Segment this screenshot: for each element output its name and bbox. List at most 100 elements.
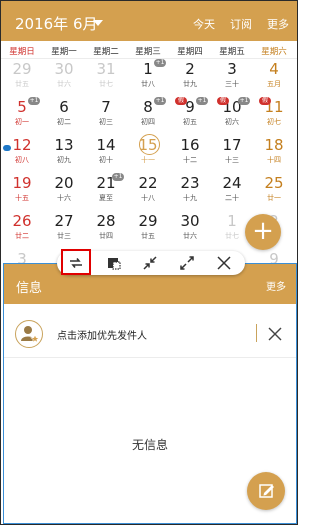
holiday-badge: 假 bbox=[217, 97, 229, 105]
chevron-down-icon[interactable] bbox=[93, 20, 103, 26]
day-number: 17 bbox=[222, 136, 242, 154]
calendar-day[interactable]: 21 夏至 +1 bbox=[85, 173, 127, 209]
priority-sender-avatar-icon bbox=[15, 320, 43, 348]
month-title[interactable]: 2016年 6月 bbox=[15, 13, 98, 34]
calendar-day[interactable]: 31 廿七 bbox=[85, 59, 127, 95]
calendar-day[interactable]: 14 初十 bbox=[85, 135, 127, 171]
lunar-date: 初五 bbox=[183, 118, 197, 126]
day-number: 19 bbox=[12, 174, 32, 192]
more-button[interactable]: 更多 bbox=[267, 16, 289, 32]
day-number: 3 bbox=[227, 60, 237, 78]
holiday-badge: 假 bbox=[175, 97, 187, 105]
day-number: 29 bbox=[12, 60, 32, 78]
calendar-day[interactable]: 2 廿九 bbox=[169, 59, 211, 95]
day-number: 23 bbox=[180, 174, 200, 192]
event-count-badge: +1 bbox=[28, 97, 40, 105]
messages-title: 信息 bbox=[16, 281, 43, 296]
calendar-day[interactable]: 16 十二 bbox=[169, 135, 211, 171]
switch-windows-button[interactable] bbox=[61, 249, 91, 275]
calendar-day[interactable]: 13 初九 bbox=[43, 135, 85, 171]
lunar-date: 初九 bbox=[57, 156, 71, 164]
lunar-date: 十三 bbox=[225, 156, 239, 164]
lunar-date: 十二 bbox=[183, 156, 197, 164]
day-number: 30 bbox=[180, 212, 200, 230]
calendar-day[interactable]: 4 五月 bbox=[253, 59, 295, 95]
weekday-label: 星期四 bbox=[177, 47, 203, 57]
lunar-date: 廿五 bbox=[141, 232, 155, 240]
lunar-date: 二十 bbox=[225, 194, 239, 202]
calendar-day[interactable]: 22 十八 bbox=[127, 173, 169, 209]
calendar-day[interactable]: 20 十六 bbox=[43, 173, 85, 209]
divider bbox=[4, 357, 296, 358]
calendar-day[interactable]: 6 初二 bbox=[43, 97, 85, 133]
messages-more-button[interactable]: 更多 bbox=[266, 278, 286, 293]
add-event-button[interactable]: + bbox=[245, 214, 281, 250]
lunar-date: 十一 bbox=[141, 156, 155, 164]
calendar-day[interactable]: 23 十九 bbox=[169, 173, 211, 209]
calendar-header: 2016年 6月 今天 订阅 更多 bbox=[1, 1, 297, 41]
compose-button[interactable] bbox=[247, 472, 285, 510]
lunar-date: 十四 bbox=[267, 156, 281, 164]
day-number: 29 bbox=[138, 212, 158, 230]
lunar-date: 初八 bbox=[15, 156, 29, 164]
divider bbox=[256, 324, 257, 342]
multiwindow-toolbar bbox=[57, 249, 245, 275]
calendar-day[interactable]: 1 廿八 +1 bbox=[127, 59, 169, 95]
empty-state-text: 无信息 bbox=[131, 438, 168, 452]
weekday-label: 星期六 bbox=[261, 47, 287, 57]
calendar-day[interactable]: 30 廿六 bbox=[169, 211, 211, 247]
event-count-badge: +1 bbox=[154, 97, 166, 105]
day-number: 6 bbox=[59, 98, 69, 116]
calendar-day[interactable]: 29 廿五 bbox=[1, 59, 43, 95]
add-priority-sender-row[interactable]: 点击添加优先发件人 bbox=[4, 316, 296, 350]
minimize-button[interactable] bbox=[137, 253, 163, 273]
calendar-day[interactable]: 30 廿六 bbox=[43, 59, 85, 95]
lunar-date: 三十 bbox=[225, 80, 239, 88]
event-count-badge: +1 bbox=[238, 97, 250, 105]
lunar-date: 十九 bbox=[183, 194, 197, 202]
calendar-day[interactable]: 10 初六假 +1 bbox=[211, 97, 253, 133]
calendar-day[interactable]: 11 初七假 bbox=[253, 97, 295, 133]
lunar-date: 廿二 bbox=[15, 232, 29, 240]
calendar-day[interactable]: 24 二十 bbox=[211, 173, 253, 209]
lunar-date: 初七 bbox=[267, 118, 281, 126]
calendar-day[interactable]: 19 十五 bbox=[1, 173, 43, 209]
lunar-date: 初二 bbox=[57, 118, 71, 126]
capture-icon bbox=[108, 258, 121, 270]
calendar-day[interactable]: 12 初八 bbox=[1, 135, 43, 171]
subscribe-button[interactable]: 订阅 bbox=[230, 16, 252, 32]
plus-icon: + bbox=[252, 216, 274, 246]
lunar-date: 十八 bbox=[141, 194, 155, 202]
capture-button[interactable] bbox=[101, 253, 127, 273]
calendar-day[interactable]: 18 十四 bbox=[253, 135, 295, 171]
day-number: 4 bbox=[269, 60, 279, 78]
weekday-label: 星期五 bbox=[219, 47, 245, 57]
day-number: 26 bbox=[12, 212, 32, 230]
close-window-button[interactable] bbox=[211, 253, 237, 273]
weekday-label: 星期二 bbox=[93, 47, 119, 57]
calendar-day[interactable]: 3 三十 bbox=[211, 59, 253, 95]
weekday-label: 星期三 bbox=[135, 47, 161, 57]
lunar-date: 五月 bbox=[267, 80, 281, 88]
event-dot bbox=[3, 145, 11, 151]
calendar-day[interactable]: 8 初四 +1 bbox=[127, 97, 169, 133]
close-icon[interactable] bbox=[268, 326, 282, 341]
lunar-date: 廿八 bbox=[141, 80, 155, 88]
event-count-badge: +1 bbox=[112, 173, 124, 181]
calendar-day[interactable]: 29 廿五 bbox=[127, 211, 169, 247]
calendar-day[interactable]: 28 廿四 bbox=[85, 211, 127, 247]
calendar-day-today[interactable]: 15 十一 bbox=[127, 134, 169, 171]
day-number: 24 bbox=[222, 174, 242, 192]
day-number: 13 bbox=[54, 136, 74, 154]
calendar-day[interactable]: 27 廿三 bbox=[43, 211, 85, 247]
calendar-day[interactable]: 5 初一 +1 bbox=[1, 97, 43, 133]
day-number: 25 bbox=[264, 174, 284, 192]
calendar-day[interactable]: 7 初三 bbox=[85, 97, 127, 133]
calendar-day[interactable]: 17 十三 bbox=[211, 135, 253, 171]
calendar-day[interactable]: 9 初五假 +1 bbox=[169, 97, 211, 133]
expand-button[interactable] bbox=[174, 253, 200, 273]
calendar-day[interactable]: 25 廿一 bbox=[253, 173, 295, 209]
weekday-row: 星期日 星期一 星期二 星期三 星期四 星期五 星期六 bbox=[1, 42, 297, 59]
calendar-day[interactable]: 26 廿二 bbox=[1, 211, 43, 247]
today-button[interactable]: 今天 bbox=[193, 16, 215, 32]
